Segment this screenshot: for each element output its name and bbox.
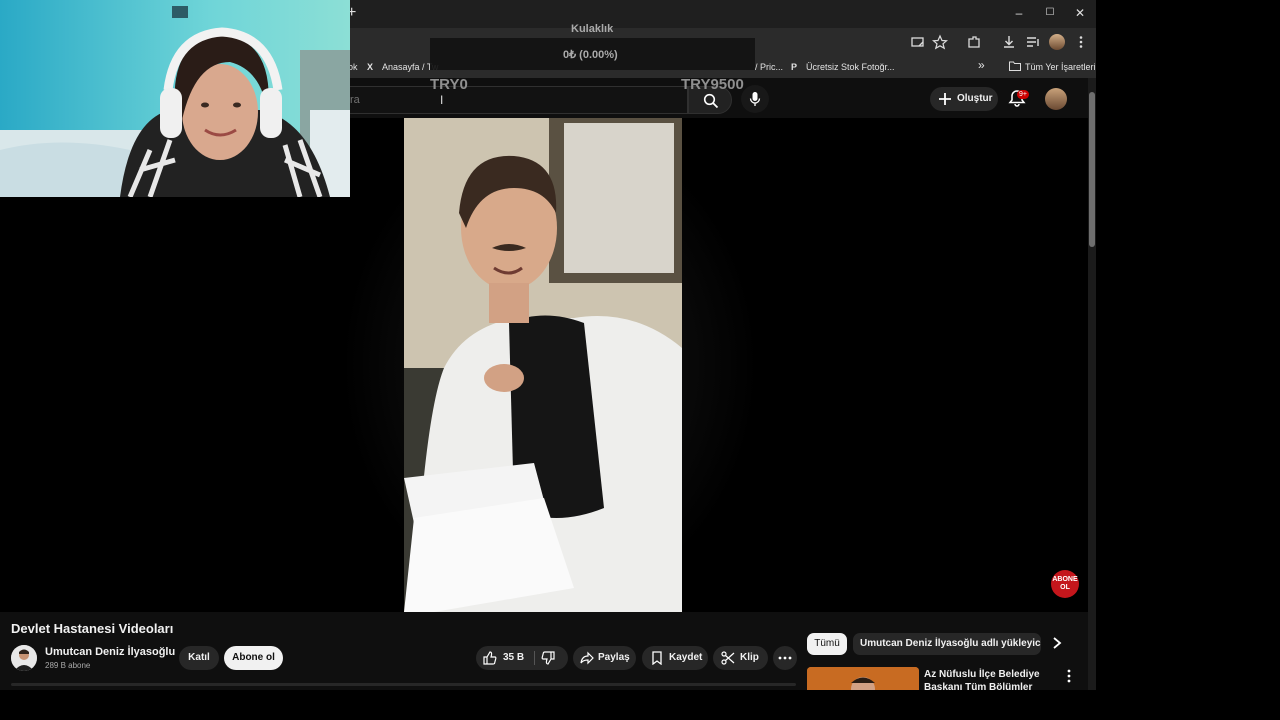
channel-name-link[interactable]: Umutcan Deniz İlyasoğlu: [45, 646, 175, 658]
create-button[interactable]: Oluştur: [930, 87, 998, 111]
save-label: Kaydet: [669, 652, 703, 663]
recommendation-thumbnail-image: [807, 667, 919, 690]
video-title: Devlet Hastanesi Videoları: [11, 621, 174, 636]
dislike-icon[interactable]: [541, 651, 555, 665]
recommendation-menu-icon[interactable]: [1067, 669, 1071, 683]
share-icon: [580, 651, 594, 665]
microphone-icon: [749, 92, 761, 106]
more-horizontal-icon: [778, 656, 792, 660]
clip-label: Klip: [740, 652, 759, 663]
share-button[interactable]: Paylaş: [573, 646, 636, 670]
extensions-icon[interactable]: [966, 34, 982, 50]
subscriber-count: 289 B abone: [45, 661, 91, 670]
create-label: Oluştur: [957, 93, 993, 104]
screen: + – ☐ ✕ ok X Anasayfa / Tw / Pric... P Ü…: [0, 0, 1280, 720]
close-button[interactable]: ✕: [1070, 5, 1090, 21]
maximize-button[interactable]: ☐: [1040, 5, 1060, 21]
profile-avatar-icon[interactable]: [1049, 34, 1065, 50]
channel-avatar[interactable]: [11, 645, 37, 671]
video-frame[interactable]: [404, 118, 682, 612]
subscribe-button[interactable]: Abone ol: [224, 646, 283, 670]
channel-avatar-image: [11, 645, 37, 671]
share-label: Paylaş: [598, 652, 630, 663]
description-box-edge[interactable]: [11, 683, 796, 686]
save-bookmark-icon: [652, 651, 662, 665]
search-input[interactable]: [340, 86, 688, 114]
like-count[interactable]: 35 B: [503, 646, 524, 670]
x-logo-icon: X: [367, 62, 374, 72]
chip-all[interactable]: Tümü: [807, 633, 847, 655]
plus-icon: [939, 93, 951, 105]
chevron-right-icon[interactable]: [1052, 636, 1062, 650]
media-control-icon[interactable]: [1025, 34, 1041, 50]
goal-max-label: TRY9500: [681, 76, 744, 93]
subscribe-watermark-badge[interactable]: ABONE OL: [1051, 570, 1079, 598]
text-cursor-icon: I: [440, 93, 444, 107]
search-icon: [703, 93, 719, 109]
menu-dots-icon[interactable]: [1073, 34, 1089, 50]
minimize-button[interactable]: –: [1009, 5, 1029, 21]
like-icon[interactable]: [483, 651, 497, 665]
webcam-feed-image: [0, 0, 350, 197]
notification-count-badge: 9+: [1017, 90, 1029, 99]
bookmark-item-stock-photos[interactable]: Ücretsiz Stok Fotoğr...: [806, 61, 895, 73]
like-dislike-group: 35 B: [476, 646, 568, 670]
bookmarks-overflow-button[interactable]: »: [978, 59, 985, 71]
webcam-overlay: [0, 0, 350, 197]
scissors-icon: [721, 651, 735, 665]
join-button[interactable]: Katıl: [179, 646, 219, 670]
pexels-icon: P: [791, 62, 798, 72]
like-divider: [534, 651, 535, 665]
download-icon[interactable]: [1001, 34, 1017, 50]
audio-device-value: 0₺ (0.00%): [563, 49, 618, 61]
search-placeholder: ra: [350, 94, 360, 106]
audio-device-label: Kulaklık: [571, 23, 614, 35]
scrollbar-thumb[interactable]: [1089, 92, 1095, 247]
video-scene-image: [404, 118, 682, 612]
cast-icon[interactable]: [910, 34, 926, 50]
recommendation-thumbnail[interactable]: [807, 667, 919, 690]
clip-button[interactable]: Klip: [713, 646, 768, 670]
goal-min-label: TRY0: [430, 76, 468, 93]
all-bookmarks-folder[interactable]: Tüm Yer İşaretleri: [1025, 61, 1096, 73]
chip-from-uploader[interactable]: Umutcan Deniz İlyasoğlu adlı yükleyicide…: [853, 633, 1041, 655]
bookmark-star-icon[interactable]: [932, 34, 948, 50]
save-button[interactable]: Kaydet: [642, 646, 708, 670]
folder-icon: [1009, 61, 1021, 71]
more-actions-button[interactable]: [773, 646, 797, 670]
voice-search-button[interactable]: [741, 85, 769, 113]
account-avatar[interactable]: [1045, 88, 1067, 110]
bookmark-item-pricing[interactable]: / Pric...: [755, 61, 783, 73]
recommendation-title[interactable]: Az Nüfuslu İlçe Belediye Başkanı Tüm Böl…: [924, 668, 1064, 690]
